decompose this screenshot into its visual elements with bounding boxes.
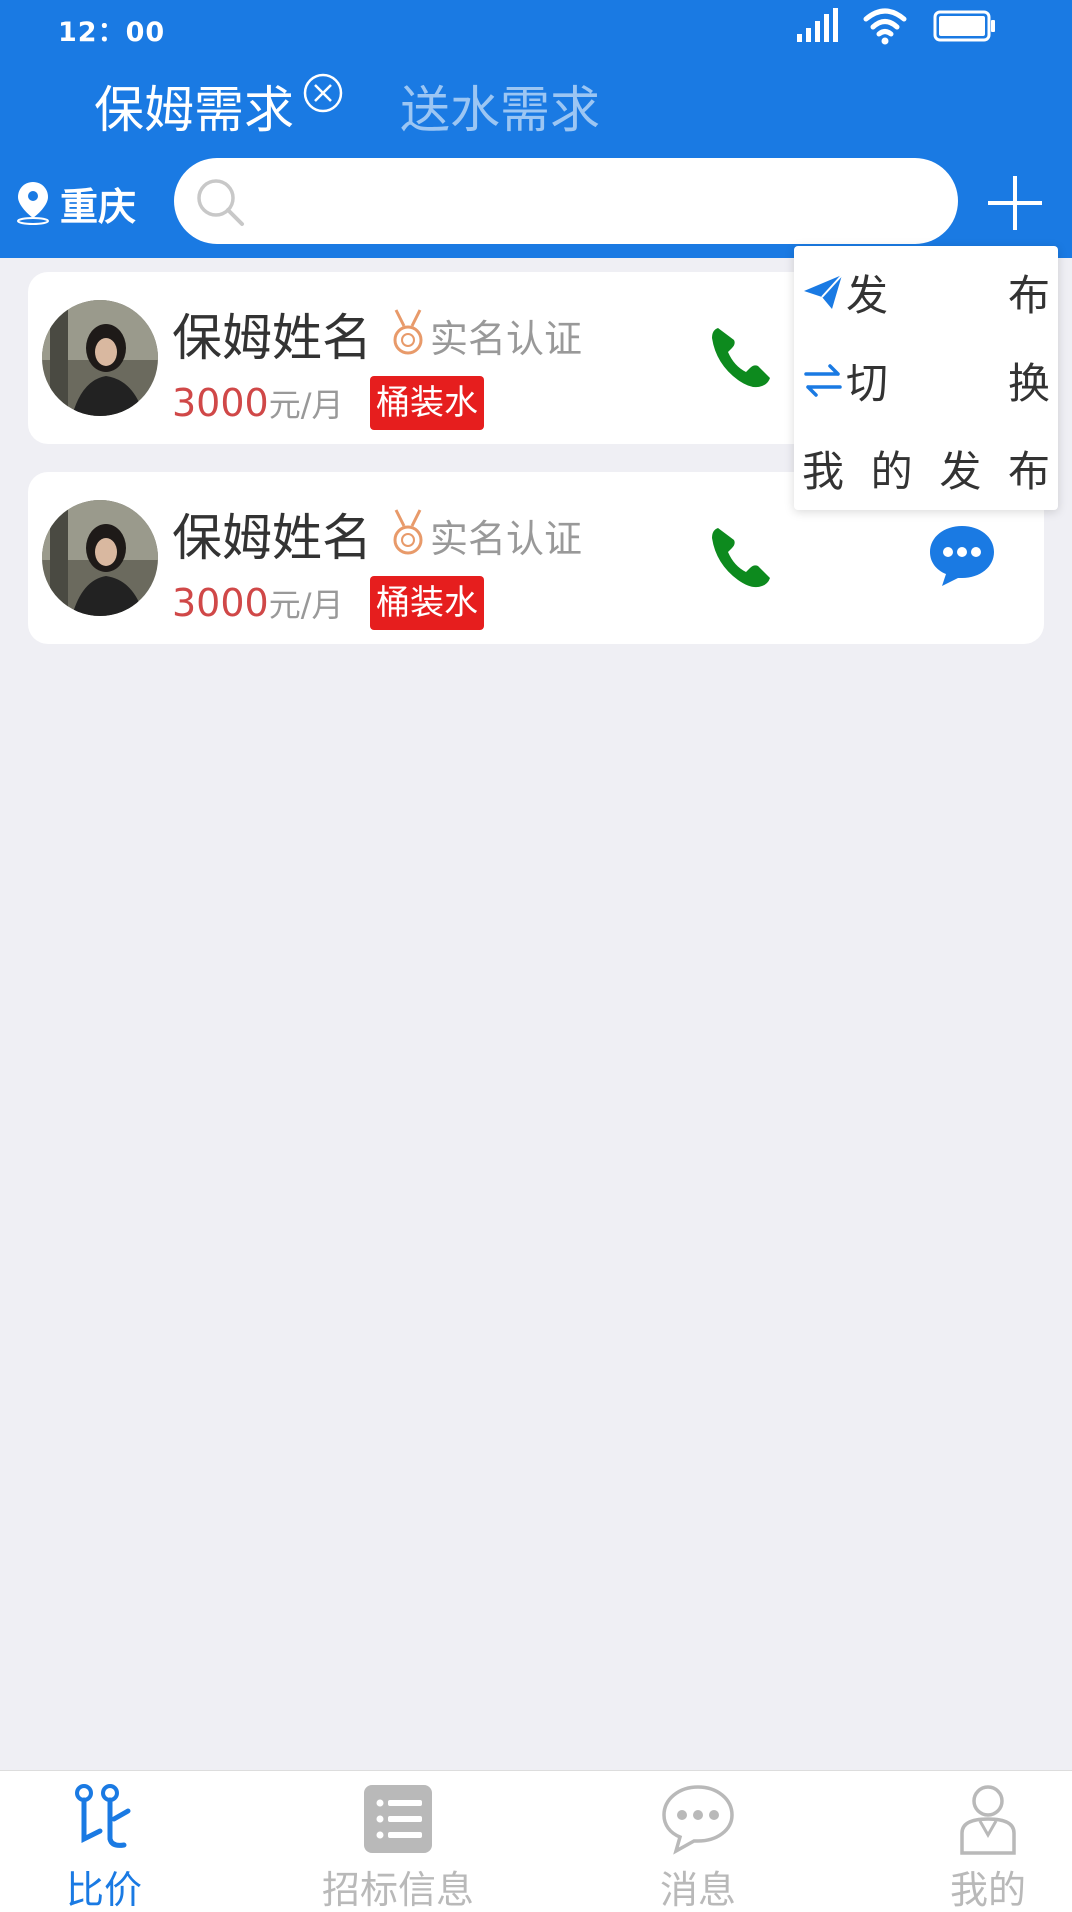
message-icon	[662, 1785, 734, 1855]
menu-char: 的	[870, 446, 913, 496]
nanny-name: 保姆姓名	[172, 509, 372, 567]
tab-label: 消息	[659, 1868, 736, 1912]
tab-bar: 比价 招标信息 消息 我的	[0, 1770, 1072, 1912]
category-tag: 桶装水	[370, 376, 484, 430]
menu-char: 切	[846, 358, 889, 408]
menu-item-my-posts[interactable]: 我 的 发 布	[802, 428, 1050, 508]
verify-label: 实名认证	[430, 317, 583, 361]
menu-char: 发	[939, 446, 982, 496]
menu-item-label: 发 布	[846, 262, 1050, 323]
search-icon	[197, 179, 244, 226]
medal-icon	[393, 309, 423, 355]
phone-icon[interactable]	[708, 322, 774, 392]
tab-messages[interactable]: 消息	[618, 1771, 778, 1912]
wifi-icon	[863, 8, 907, 45]
menu-char: 换	[1007, 358, 1050, 408]
menu-item-label: 切 换	[846, 350, 1050, 411]
menu-char: 我	[802, 446, 845, 496]
menu-item-switch[interactable]: 切 换	[802, 340, 1050, 420]
tab-label: 我的	[949, 1868, 1026, 1912]
menu-char: 发	[846, 270, 889, 320]
location-pin-icon	[17, 182, 49, 225]
location-selector[interactable]: 重庆	[14, 178, 137, 229]
medal-icon	[393, 509, 423, 555]
status-time: 12：00	[58, 17, 166, 48]
price-value: 3000	[172, 381, 269, 425]
location-label: 重庆	[60, 184, 137, 229]
price-unit: 元/月	[268, 586, 344, 624]
menu-char: 布	[1007, 270, 1050, 320]
battery-icon	[933, 10, 995, 42]
status-bar: 12：00	[0, 0, 1072, 56]
search-input[interactable]	[258, 168, 938, 234]
tab-nanny-demand[interactable]: 保姆需求	[94, 72, 294, 148]
compare-icon	[75, 1784, 131, 1848]
header: 12：00 保姆需求 送水需求 重庆	[0, 0, 1072, 258]
signal-icon	[797, 8, 838, 42]
send-icon	[804, 274, 843, 309]
tab-compare[interactable]: 比价	[24, 1771, 184, 1912]
phone-icon[interactable]	[708, 522, 774, 592]
chat-icon[interactable]	[926, 522, 998, 588]
list-icon	[364, 1785, 432, 1853]
user-icon	[960, 1785, 1016, 1855]
close-icon[interactable]	[302, 72, 344, 114]
add-icon[interactable]	[980, 168, 1050, 238]
price-unit: 元/月	[268, 386, 344, 424]
avatar	[42, 500, 158, 616]
tab-mine[interactable]: 我的	[908, 1771, 1068, 1912]
menu-item-label: 我 的 发 布	[802, 438, 1050, 499]
swap-icon	[804, 364, 842, 397]
price: 3000元/月	[172, 380, 344, 426]
tab-label: 比价	[65, 1868, 142, 1912]
verify-label: 实名认证	[430, 517, 583, 561]
tab-label: 招标信息	[321, 1868, 474, 1912]
category-tag: 桶装水	[370, 576, 484, 630]
avatar	[42, 300, 158, 416]
tab-water-demand[interactable]: 送水需求	[400, 72, 600, 148]
price-value: 3000	[172, 581, 269, 625]
price: 3000元/月	[172, 580, 344, 626]
menu-item-publish[interactable]: 发 布	[802, 252, 1050, 332]
search-box[interactable]	[174, 158, 958, 244]
nanny-name: 保姆姓名	[172, 309, 372, 367]
action-menu: 发 布 切 换 我 的 发 布	[794, 246, 1058, 510]
tab-bidding-info[interactable]: 招标信息	[318, 1771, 478, 1912]
menu-char: 布	[1007, 446, 1050, 496]
